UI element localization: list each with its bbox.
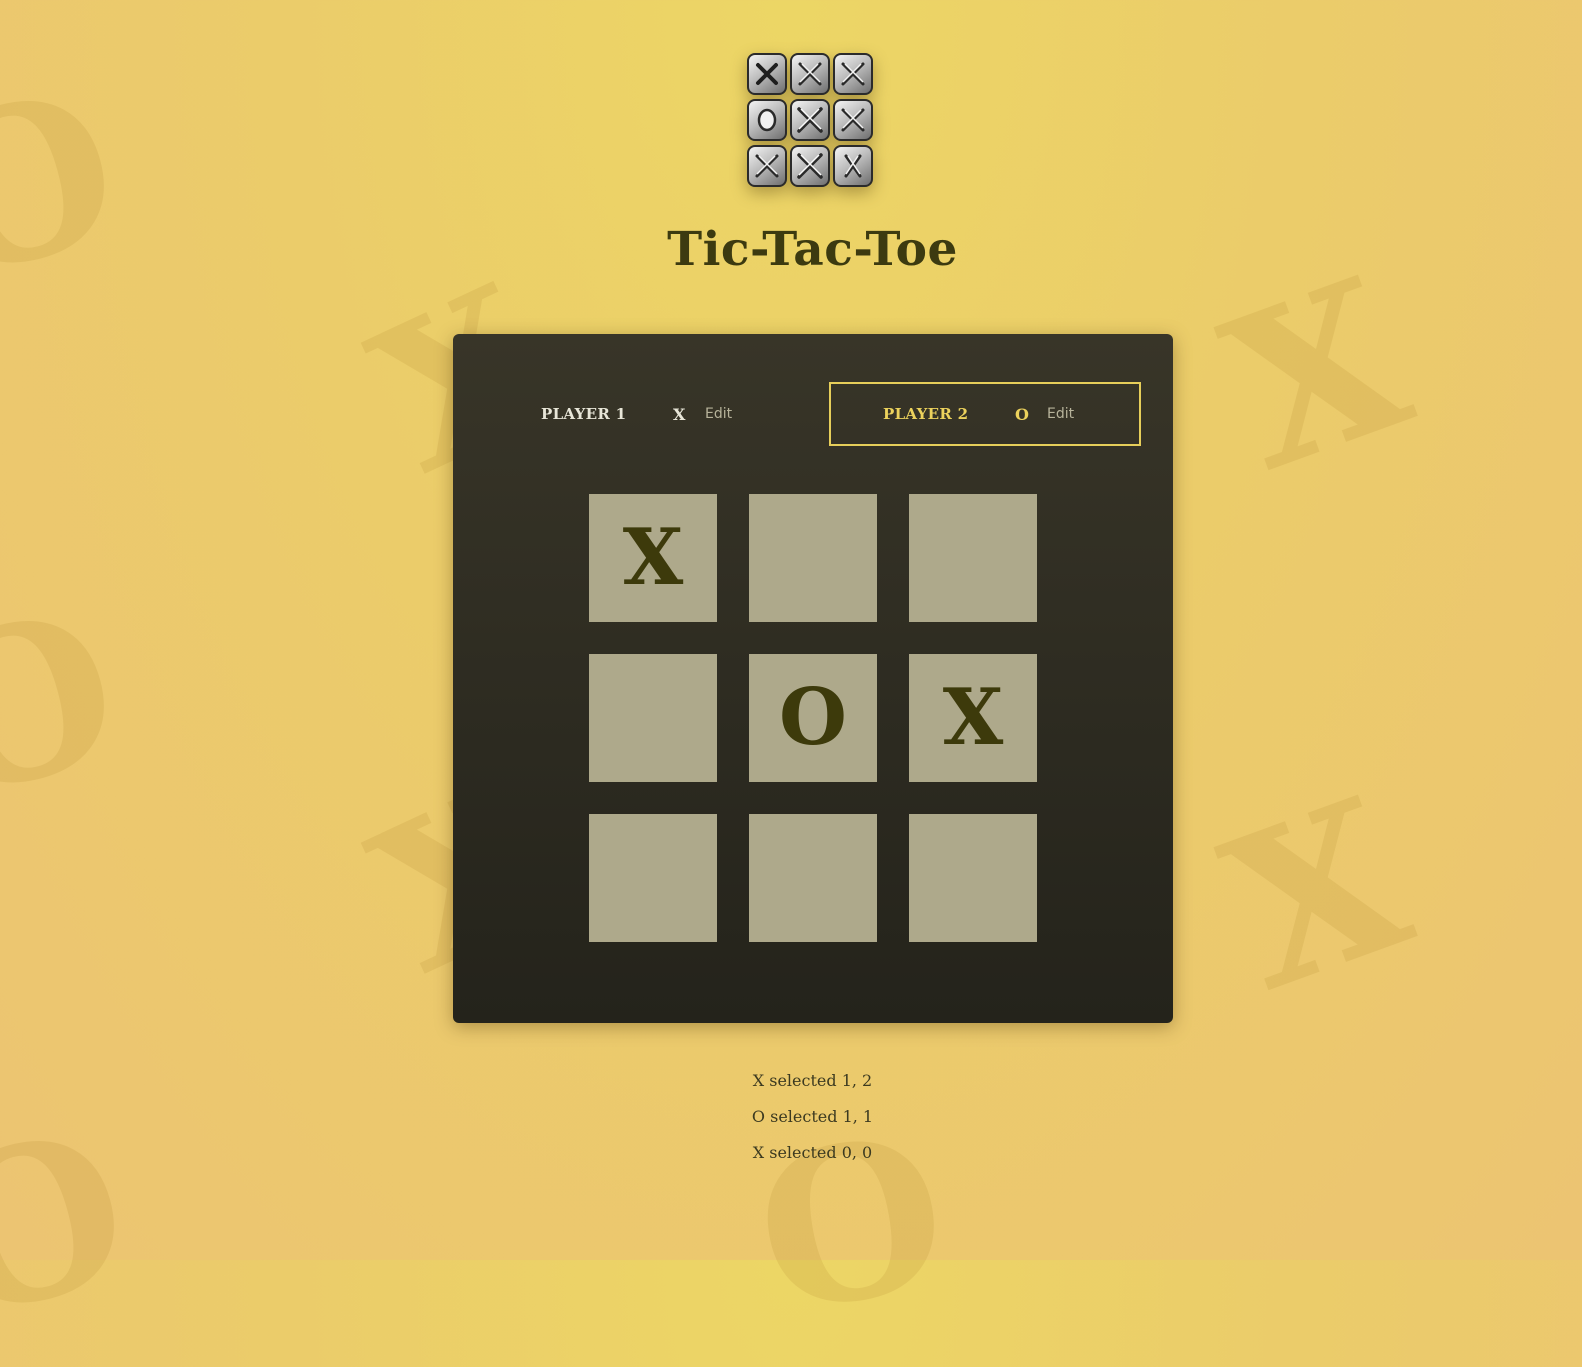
board-cell-0-0[interactable]: X xyxy=(589,494,717,622)
logo-x-tile-icon xyxy=(833,145,873,187)
board-cell-2-1[interactable] xyxy=(749,814,877,942)
board-cell-0-1[interactable] xyxy=(749,494,877,622)
logo-x-tile-icon xyxy=(833,99,873,141)
logo-x-tile-icon xyxy=(833,53,873,95)
log-entry: O selected 1, 1 xyxy=(751,1107,874,1126)
player-2-edit-button[interactable]: Edit xyxy=(1047,406,1074,422)
move-log: X selected 1, 2 O selected 1, 1 X select… xyxy=(0,1070,1582,1178)
background-x-glyph: X xyxy=(1197,230,1436,519)
game-panel: PLAYER 1 X Edit PLAYER 2 O Edit X O X xyxy=(453,334,1173,1023)
player-1-edit-button[interactable]: Edit xyxy=(705,406,732,422)
board-cell-1-2[interactable]: X xyxy=(909,654,1037,782)
logo-o-tile-icon xyxy=(747,99,787,141)
tic-tac-toe-logo-icon xyxy=(747,53,877,191)
log-entry: X selected 1, 2 xyxy=(752,1071,873,1090)
background-x-glyph: X xyxy=(1197,750,1436,1039)
background-o-glyph: O xyxy=(0,561,142,848)
player-1-card: PLAYER 1 X Edit xyxy=(487,382,799,446)
player-2-name: PLAYER 2 xyxy=(883,405,969,423)
logo-x-tile-icon xyxy=(747,145,787,187)
logo-x-tile-icon xyxy=(747,53,787,95)
board-cell-1-0[interactable] xyxy=(589,654,717,782)
logo-x-tile-icon xyxy=(790,145,830,187)
player-2-symbol: O xyxy=(1015,404,1029,424)
board-cell-2-0[interactable] xyxy=(589,814,717,942)
player-1-name: PLAYER 1 xyxy=(541,405,627,423)
board-cell-2-2[interactable] xyxy=(909,814,1037,942)
player-1-symbol: X xyxy=(673,404,686,424)
page-title: Tic-Tac-Toe xyxy=(667,222,958,277)
logo-x-tile-icon xyxy=(790,53,830,95)
game-board: X O X xyxy=(589,494,1037,942)
board-cell-0-2[interactable] xyxy=(909,494,1037,622)
player-2-card-active: PLAYER 2 O Edit xyxy=(829,382,1141,446)
log-entry: X selected 0, 0 xyxy=(752,1143,873,1162)
logo-x-tile-icon xyxy=(790,99,830,141)
board-cell-1-1[interactable]: O xyxy=(749,654,877,782)
